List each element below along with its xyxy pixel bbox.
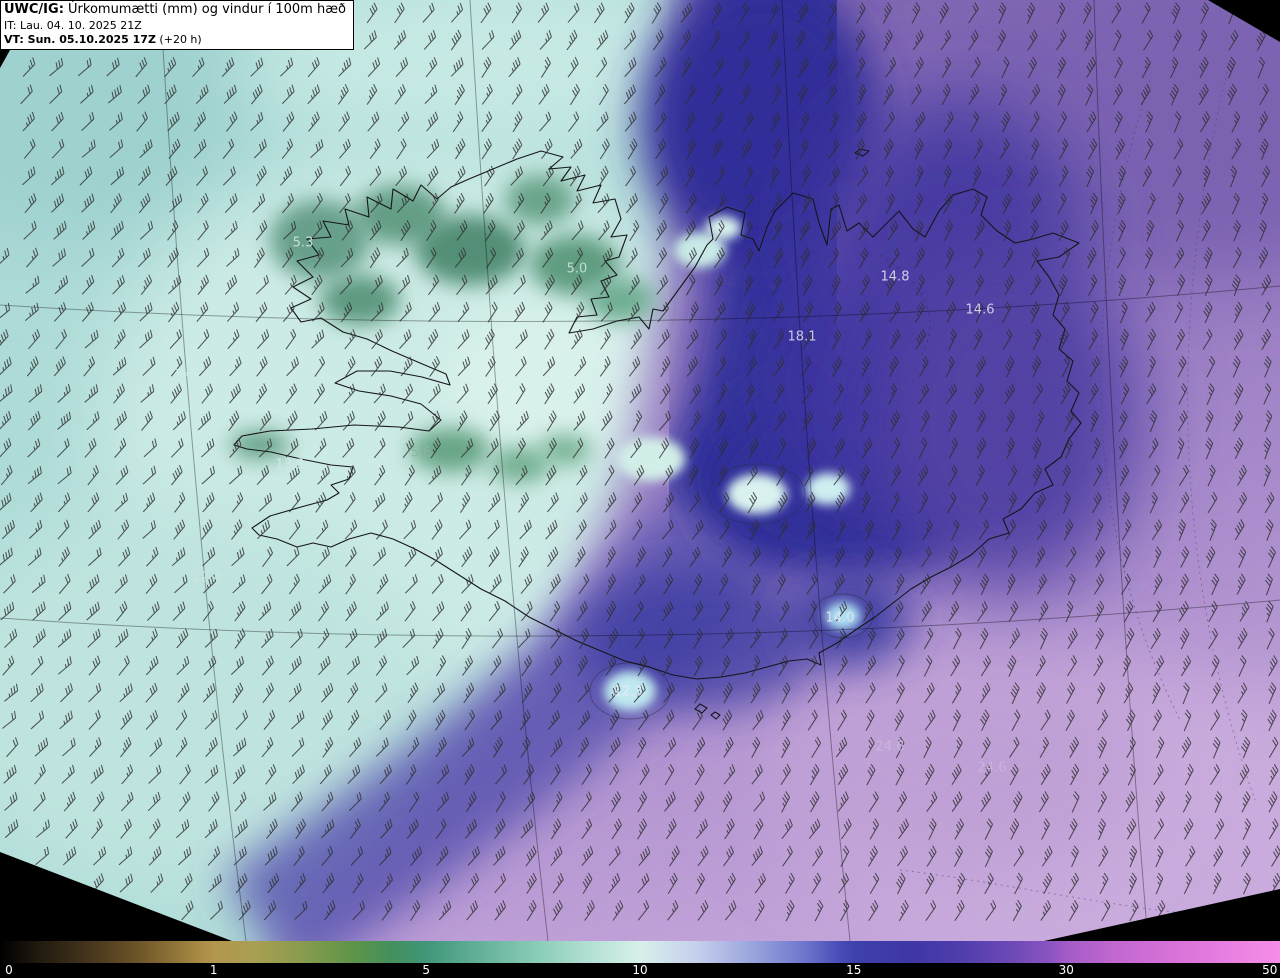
colorbar-tick: 15 [846,963,862,977]
colorbar-tick: 10 [632,963,648,977]
weather-chart-screen: 14.35.35.014.814.618.112.45.613.322.414.… [0,0,1280,978]
colorbar-tick: 1 [209,963,218,977]
valid-time: VT: Sun. 05.10.2025 17Z [4,33,156,47]
colorbar-ticks: 0 1 5 10 15 30 50 [0,963,1280,978]
colorbar-tick: 0 [5,963,13,977]
colorbar: 0 1 5 10 15 30 50 [0,941,1280,978]
weather-map: 14.35.35.014.814.618.112.45.613.322.414.… [0,0,1280,941]
colorbar-gradient [0,941,1280,963]
valid-time-line: VT: Sun. 05.10.2025 17Z (+20 h) [4,33,346,47]
lead-time: (+20 h) [155,33,202,47]
precipitation-wind-field [0,0,1280,941]
chart-title: UWC/IG: Úrkomumætti (mm) og vindur í 100… [4,2,346,19]
init-time: IT: Lau. 04. 10. 2025 21Z [4,18,142,32]
colorbar-tick: 30 [1058,963,1074,977]
title-box: UWC/IG: Úrkomumætti (mm) og vindur í 100… [0,0,354,51]
colorbar-tick: 50 [1262,963,1278,977]
model-label: UWC/IG: [4,2,64,17]
title-text: Úrkomumætti (mm) og vindur í 100m hæð [63,2,346,17]
colorbar-tick: 5 [422,963,431,977]
